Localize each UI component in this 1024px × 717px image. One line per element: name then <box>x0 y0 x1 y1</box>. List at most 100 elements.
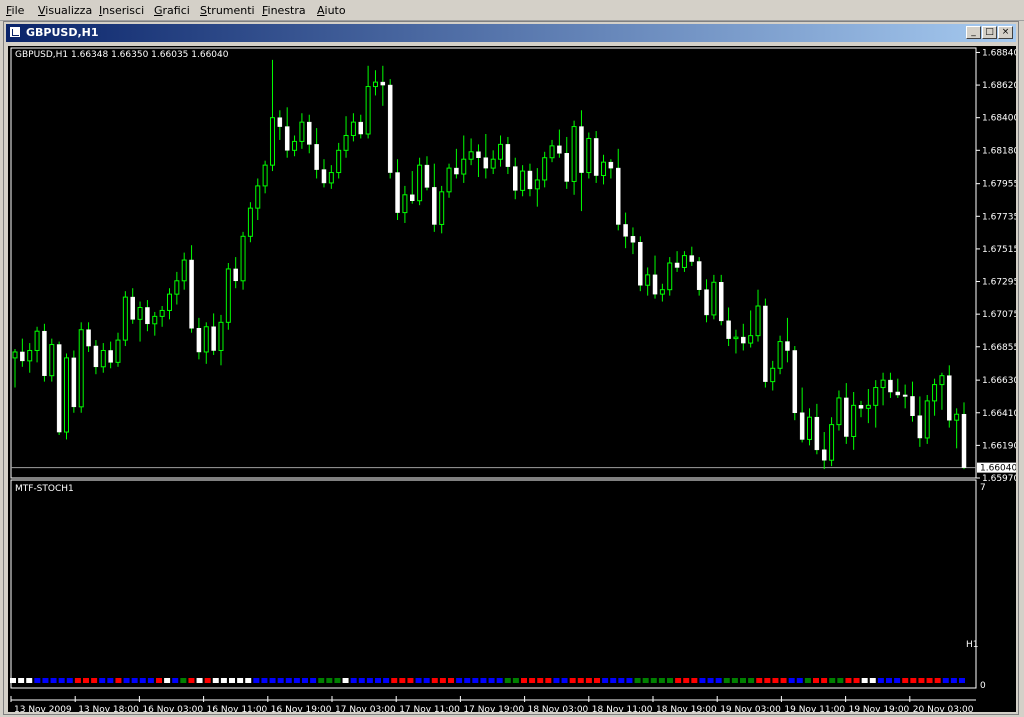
candle-bull <box>932 384 938 402</box>
indicator-max-label: 7 <box>980 483 986 493</box>
timeframe-tag: H1 <box>966 640 979 650</box>
window-title: GBPUSD,H1 <box>26 26 99 39</box>
time-label: 17 Nov 19:00 <box>463 705 524 712</box>
indicator-square-white <box>861 678 868 683</box>
indicator-square-red <box>756 678 763 683</box>
indicator-square-green <box>748 678 755 683</box>
minimize-button[interactable]: _ <box>966 26 981 39</box>
candle-bear <box>858 405 864 409</box>
indicator-square-blue <box>310 678 317 683</box>
candle-bull <box>924 400 930 439</box>
candle-bull <box>299 121 305 142</box>
indicator-square-blue <box>894 678 901 683</box>
indicator-square-red <box>399 678 406 683</box>
indicator-square-red <box>594 678 600 683</box>
indicator-square-red <box>934 678 941 683</box>
candle-bear <box>895 391 901 396</box>
indicator-square-blue <box>50 678 57 683</box>
candle-bear <box>888 379 893 393</box>
indicator-square-blue <box>496 678 503 683</box>
indicator-square-green <box>667 678 673 683</box>
candle-bear <box>314 144 319 170</box>
indicator-square-blue <box>618 678 625 683</box>
indicator-square-red <box>764 678 771 683</box>
indicator-square-red <box>83 678 89 683</box>
indicator-square-red <box>529 678 536 683</box>
candle-bull <box>542 157 548 181</box>
indicator-square-red <box>545 678 552 683</box>
indicator-square-red <box>853 678 860 683</box>
candle-bull <box>954 413 960 421</box>
candle-bull <box>667 262 673 291</box>
indicator-square-green <box>318 678 325 683</box>
main-panel-frame <box>10 47 977 479</box>
price-level-label: 1.67515 <box>982 245 1016 255</box>
indicator-square-green <box>512 678 519 683</box>
candle-bear <box>307 121 312 145</box>
indicator-square-blue <box>58 678 65 683</box>
close-button[interactable]: × <box>998 26 1013 39</box>
indicator-square-blue <box>464 678 471 683</box>
indicator-panel-frame <box>10 479 977 689</box>
candle-bear <box>189 259 194 329</box>
menu-visualizza[interactable]: Visualizza <box>38 4 92 17</box>
indicator-square-red <box>74 678 81 683</box>
candle-bull <box>27 349 33 362</box>
indicator-square-white <box>245 678 252 683</box>
candle-bear <box>454 167 459 175</box>
indicator-square-blue <box>139 678 146 683</box>
indicator-square-blue <box>707 678 714 683</box>
candle-bear <box>623 224 628 237</box>
time-label: 19 Nov 03:00 <box>720 705 781 712</box>
maximize-button[interactable]: □ <box>982 26 997 39</box>
menu-bar: File Visualizza Inserisci Grafici Strumenti F… <box>0 0 1024 21</box>
candle-bull <box>372 81 378 88</box>
candle-bull <box>166 293 172 311</box>
candle-bear <box>196 327 202 353</box>
indicator-square-red <box>780 678 787 683</box>
candle-bear <box>233 268 238 282</box>
candle-bull <box>174 280 180 295</box>
candle-bear <box>814 416 820 451</box>
menu-file[interactable]: File <box>6 4 24 17</box>
candle-bull <box>159 309 165 317</box>
candle-bull <box>225 268 231 323</box>
candle-bull <box>63 357 69 433</box>
menu-aiuto[interactable]: Aiuto <box>317 4 346 17</box>
menu-inserisci[interactable]: Inserisci <box>99 4 144 17</box>
candle-bull <box>681 255 687 268</box>
chart-info-label: GBPUSD,H1 1.66348 1.66350 1.66035 1.6604… <box>15 50 229 60</box>
indicator-square-blue <box>950 678 957 683</box>
menu-finestra[interactable]: Finestra <box>262 4 306 17</box>
candle-bear <box>593 138 599 176</box>
price-level-label: 1.66630 <box>982 376 1016 386</box>
chart-area[interactable]: 1.68840 1.68620 1.68400 1.68180 1.67955 1.677… <box>8 46 1016 712</box>
price-level-label: 1.68400 <box>982 114 1016 124</box>
menu-strumenti[interactable]: Strumenti <box>200 4 255 17</box>
menu-grafici[interactable]: Grafici <box>154 4 190 17</box>
indicator-square-red <box>521 678 527 683</box>
chart-window-icon <box>9 26 21 38</box>
candle-bear <box>108 350 113 363</box>
candle-bear <box>557 145 562 154</box>
price-chart[interactable]: 1.68840 1.68620 1.68400 1.68180 1.67955 1.677… <box>8 46 1016 712</box>
candle-bull <box>748 335 754 344</box>
candle-bull <box>446 167 452 193</box>
indicator-square-white <box>229 678 235 683</box>
chart-window: GBPUSD,H1 _ □ × 1.68840 1.68620 1.68400 1.6… <box>3 21 1019 715</box>
indicator-square-blue <box>366 678 373 683</box>
candle-bull <box>152 315 158 325</box>
indicator-square-white <box>26 678 33 683</box>
candle-bear <box>799 412 805 440</box>
candle-bear <box>785 341 790 351</box>
time-label: 16 Nov 11:00 <box>207 705 268 712</box>
candle-bull <box>777 341 783 369</box>
title-bar[interactable]: GBPUSD,H1 _ □ × <box>6 24 1016 42</box>
indicator-square-red <box>391 678 398 683</box>
candle-bull <box>645 274 651 286</box>
candle-bull <box>829 424 835 461</box>
indicator-name-label: MTF-STOCH1 <box>15 484 74 494</box>
candle-bear <box>630 236 636 243</box>
indicator-square-blue <box>261 678 268 683</box>
candle-bull <box>49 344 55 377</box>
